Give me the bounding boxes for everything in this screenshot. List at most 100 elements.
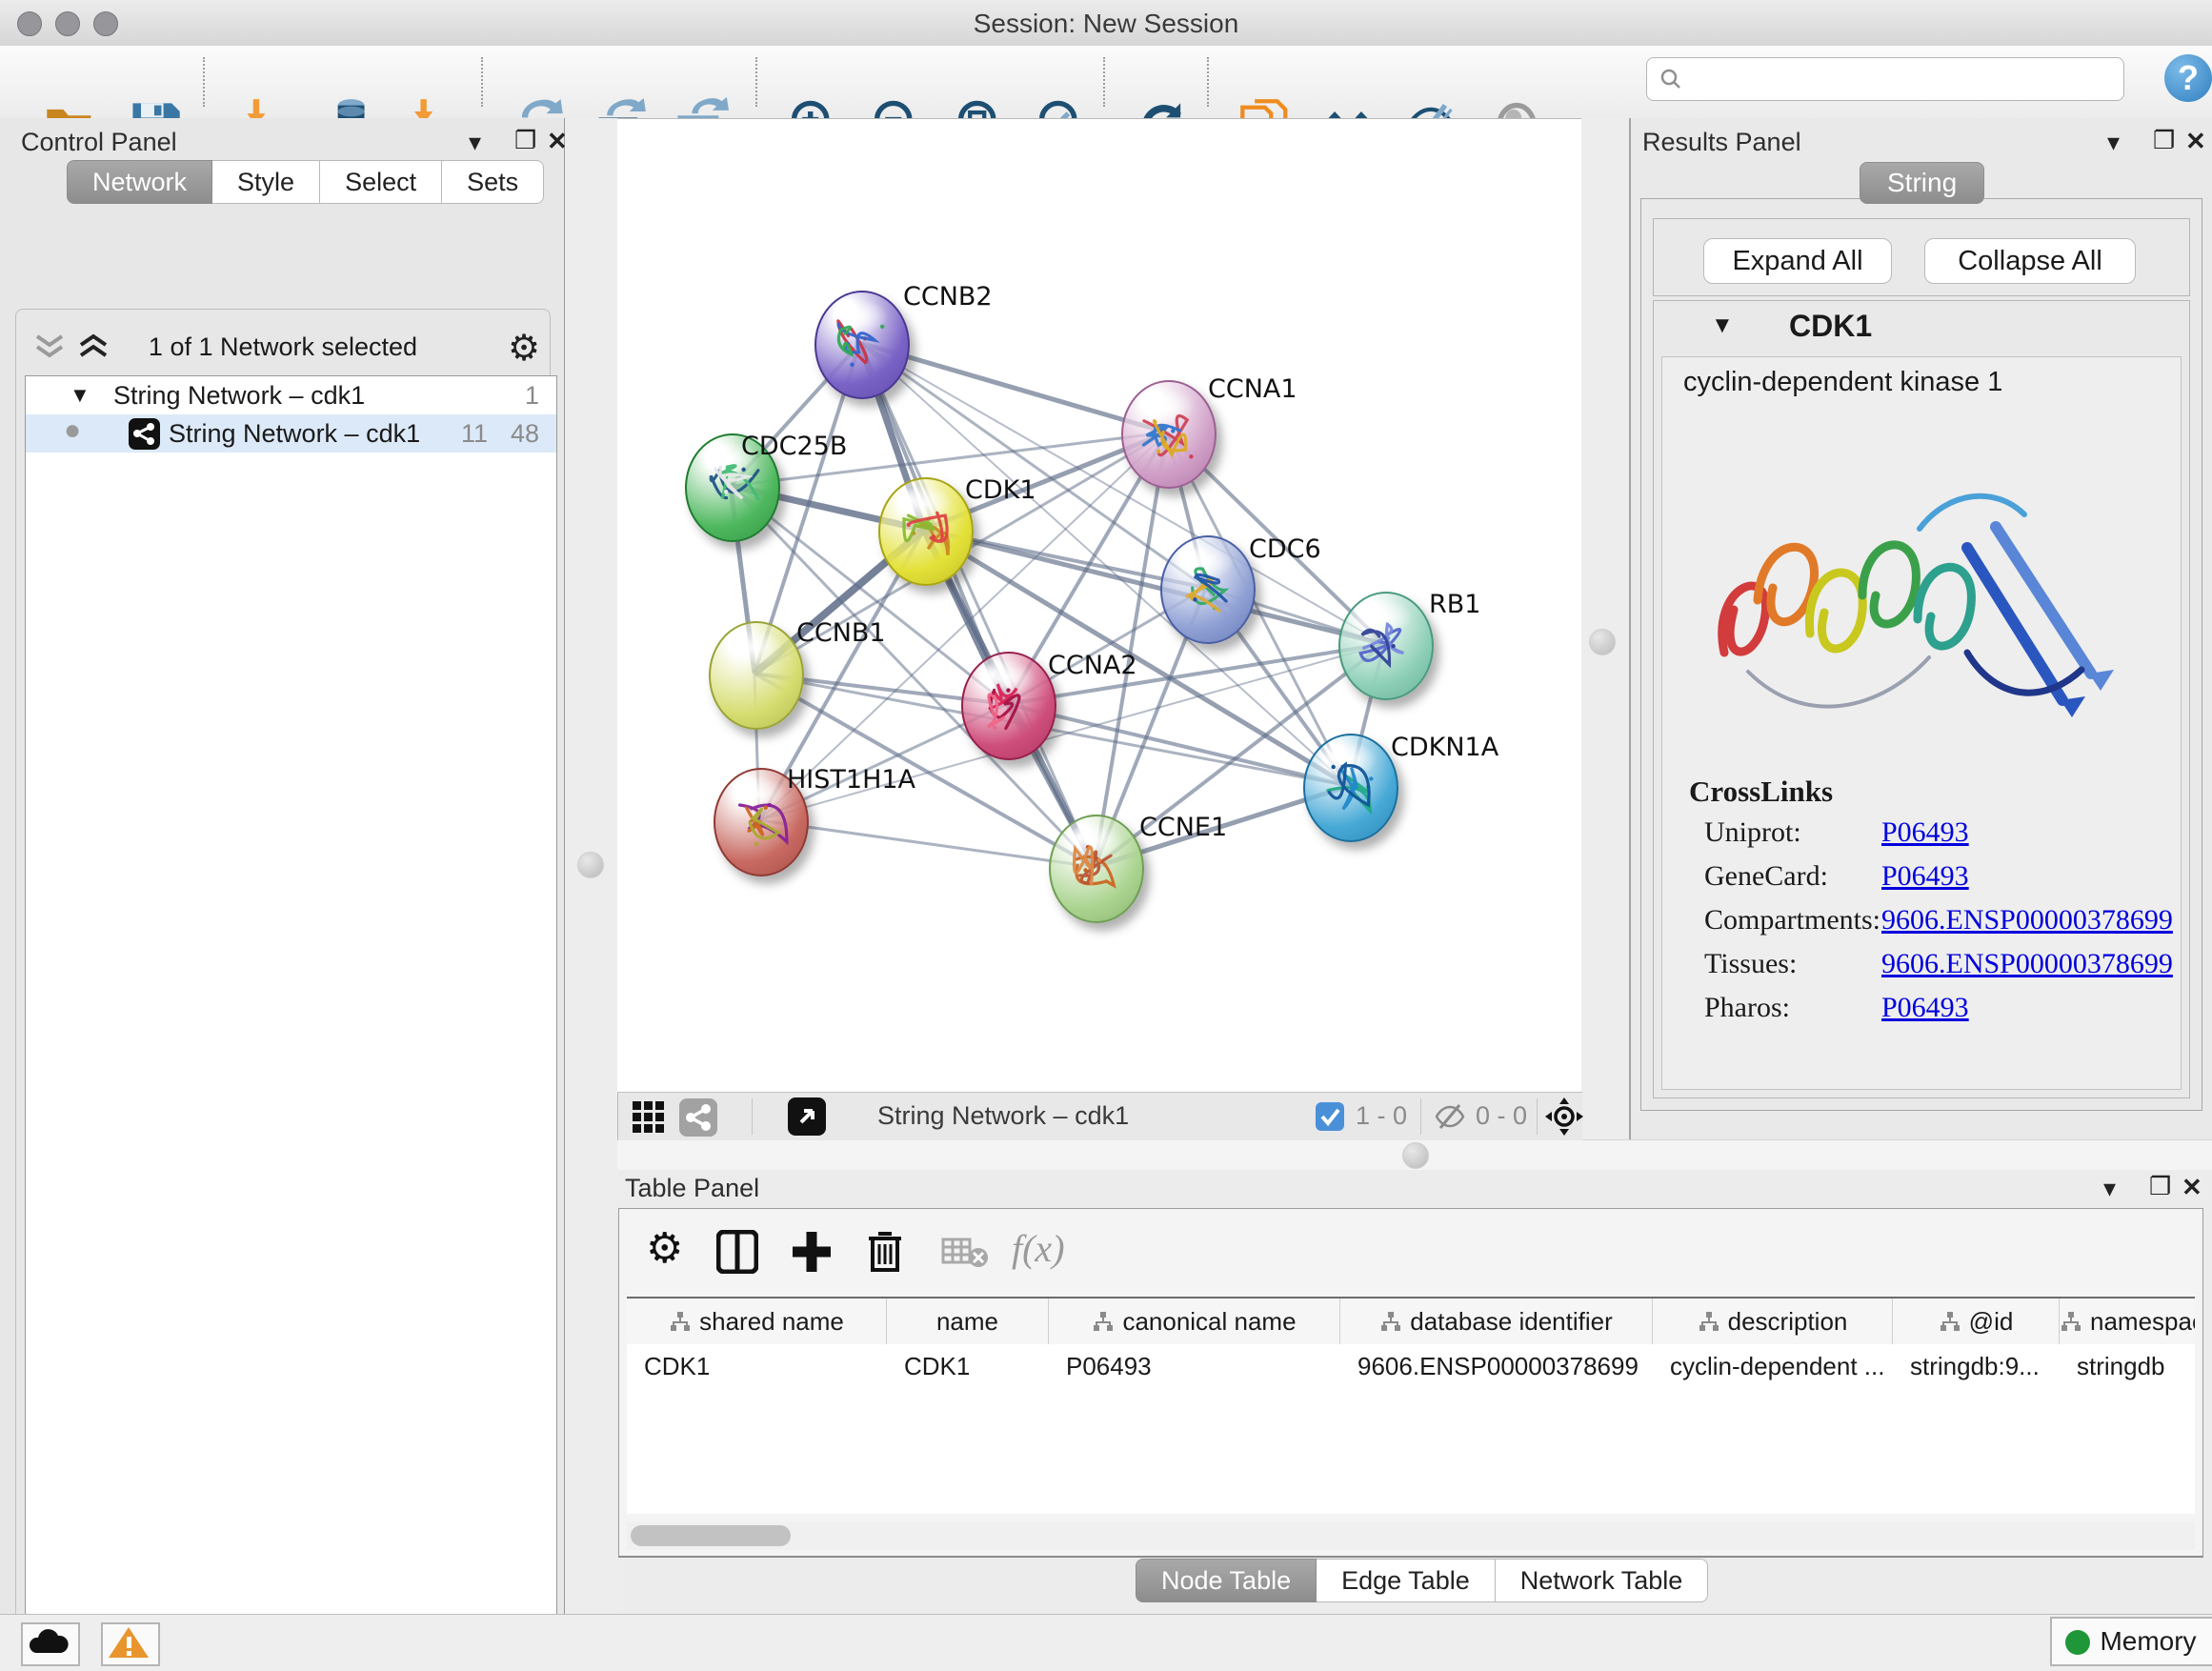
crosslink-row: Tissues:9606.ENSP00000378699 — [1662, 948, 2181, 992]
node-CCNB1[interactable] — [709, 621, 804, 730]
tab-string[interactable]: String — [1860, 162, 1984, 204]
help-icon[interactable]: ? — [2164, 54, 2212, 102]
node-RB1[interactable] — [1338, 592, 1434, 700]
crosslinks-list: Uniprot:P06493GeneCard:P06493Compartment… — [1662, 816, 2181, 1036]
network-share-icon[interactable] — [679, 1098, 717, 1137]
birds-eye-view-icon[interactable] — [788, 1097, 826, 1136]
panel-close-icon[interactable]: ✕ — [2182, 1173, 2202, 1202]
panel-menu-icon[interactable]: ▾ — [469, 128, 481, 157]
protein-structure-thumbnail — [893, 498, 959, 565]
column-header-@id[interactable]: @id — [1893, 1299, 2060, 1344]
node-label-CCNA2: CCNA2 — [1048, 651, 1137, 680]
column-header-description[interactable]: description — [1653, 1299, 1893, 1344]
network-row-selected[interactable]: ● String Network – cdk1 11 48 — [26, 414, 556, 453]
node-CCNB2[interactable] — [814, 291, 910, 399]
collapse-triangle-icon[interactable]: ▼ — [70, 376, 90, 414]
node-CCNA1[interactable] — [1121, 380, 1217, 489]
memory-label: Memory — [2100, 1626, 2196, 1656]
memory-status-dot-icon — [2065, 1630, 2090, 1655]
table-horizontal-scrollbar[interactable] — [627, 1521, 2195, 1550]
expand-all-button[interactable]: Expand All — [1703, 238, 1892, 284]
network-label: String Network – cdk1 — [169, 414, 420, 453]
fit-selected-crosshair-icon[interactable] — [1544, 1097, 1584, 1137]
panel-menu-icon[interactable]: ▾ — [2103, 1174, 2116, 1203]
node-table[interactable]: shared namenamecanonical namedatabase id… — [627, 1297, 2195, 1514]
node-label-CCNB2: CCNB2 — [903, 282, 993, 312]
table-settings-gear-icon[interactable]: ⚙ — [646, 1224, 683, 1273]
tab-style[interactable]: Style — [212, 160, 320, 204]
panel-float-icon[interactable]: ❐ — [2153, 126, 2175, 155]
column-header-database-identifier[interactable]: database identifier — [1340, 1299, 1653, 1344]
node-label-CDKN1A: CDKN1A — [1391, 733, 1498, 762]
column-label: description — [1728, 1307, 1848, 1336]
panel-close-icon[interactable]: ✕ — [2185, 127, 2206, 156]
delete-column-icon[interactable] — [865, 1228, 905, 1274]
splitter-grip[interactable] — [1402, 1142, 1429, 1169]
column-header-shared-name[interactable]: shared name — [627, 1299, 887, 1344]
tab-network[interactable]: Network — [67, 160, 212, 204]
cell-name[interactable]: CDK1 — [887, 1344, 1048, 1388]
table-panel: Table Panel ▾ ❐ ✕ ⚙ f(x) shared namename… — [617, 1170, 2212, 1620]
right-splitter[interactable] — [1581, 118, 1631, 1139]
protein-structure-thumbnail — [1317, 755, 1384, 821]
result-card-header[interactable]: ▼ CDK1 — [1654, 301, 2189, 354]
node-CCNE1[interactable] — [1049, 815, 1144, 923]
tab-network-table[interactable]: Network Table — [1496, 1559, 1709, 1602]
node-attribute-icon — [2060, 1311, 2082, 1334]
cell-database-identifier[interactable]: 9606.ENSP00000378699 — [1340, 1344, 1652, 1388]
column-label: namespace — [2090, 1307, 2195, 1336]
column-label: @id — [1969, 1307, 2014, 1336]
node-CCNA2[interactable] — [961, 652, 1056, 760]
protein-structure-thumbnail — [1175, 556, 1241, 623]
grid-view-icon[interactable] — [632, 1100, 666, 1135]
collapse-triangle-icon[interactable]: ▼ — [1711, 312, 1734, 339]
add-column-icon[interactable] — [791, 1230, 833, 1274]
title-bar: Session: New Session — [0, 0, 2212, 47]
table-row[interactable]: CDK1CDK1P064939606.ENSP00000378699cyclin… — [627, 1344, 2195, 1388]
panel-menu-icon[interactable]: ▾ — [2107, 128, 2120, 157]
node-CDKN1A[interactable] — [1303, 734, 1398, 842]
cell-namespace[interactable]: stringdb — [2060, 1344, 2195, 1388]
crosslink-row: Uniprot:P06493 — [1662, 816, 2181, 860]
node-CDK1[interactable] — [878, 477, 974, 586]
cell-@id[interactable]: stringdb:9... — [1893, 1344, 2059, 1388]
memory-button[interactable]: Memory — [2050, 1617, 2212, 1666]
column-header-namespace[interactable]: namespace — [2060, 1299, 2195, 1344]
tab-node-table[interactable]: Node Table — [1136, 1559, 1317, 1602]
panel-float-icon[interactable]: ❐ — [514, 126, 536, 155]
toolbar-separator — [1207, 57, 1209, 107]
cell-shared-name[interactable]: CDK1 — [627, 1344, 886, 1388]
search-input[interactable] — [1646, 57, 2124, 101]
network-view-toolbar: String Network – cdk1 1 - 0 0 - 0 — [617, 1092, 1582, 1140]
crosslink-value-link[interactable]: 9606.ENSP00000378699 — [1881, 904, 2173, 936]
cloud-status-button[interactable] — [21, 1622, 80, 1666]
column-header-name[interactable]: name — [887, 1299, 1049, 1344]
cell-description[interactable]: cyclin-dependent ... — [1653, 1344, 1892, 1388]
tab-sets[interactable]: Sets — [442, 160, 544, 204]
crosslink-value-link[interactable]: 9606.ENSP00000378699 — [1881, 948, 2173, 980]
options-gear-icon[interactable]: ⚙ — [508, 327, 540, 370]
crosslink-value-link[interactable]: P06493 — [1881, 992, 1969, 1024]
selected-checkbox-icon[interactable] — [1316, 1102, 1344, 1131]
crosslink-value-link[interactable]: P06493 — [1881, 860, 1969, 893]
splitter-grip[interactable] — [577, 852, 604, 878]
horizontal-splitter[interactable] — [617, 1139, 2212, 1171]
left-splitter[interactable] — [565, 118, 617, 1620]
collapse-all-button[interactable]: Collapse All — [1924, 238, 2136, 284]
node-CDC6[interactable] — [1160, 535, 1256, 644]
tab-select[interactable]: Select — [320, 160, 442, 204]
edge-HIST1H1A-CCNE1[interactable] — [759, 820, 1095, 867]
tab-edge-table[interactable]: Edge Table — [1317, 1559, 1496, 1602]
column-header-canonical-name[interactable]: canonical name — [1049, 1299, 1340, 1344]
warnings-button[interactable] — [101, 1622, 160, 1666]
crosslink-value-link[interactable]: P06493 — [1881, 816, 1969, 849]
panel-float-icon[interactable]: ❐ — [2149, 1172, 2171, 1201]
gene-description: cyclin-dependent kinase 1 — [1683, 367, 2002, 398]
network-canvas[interactable]: CCNB2CCNA1CDC25BCDK1CDC6RB1CCNB1CCNA2CDK… — [617, 118, 1581, 1093]
show-columns-icon[interactable] — [716, 1230, 758, 1274]
search-icon — [1659, 67, 1683, 91]
scrollbar-thumb[interactable] — [631, 1525, 791, 1546]
cell-canonical-name[interactable]: P06493 — [1049, 1344, 1339, 1388]
splitter-grip[interactable] — [1589, 629, 1616, 655]
network-collection-row[interactable]: ▼ String Network – cdk1 1 — [26, 376, 556, 414]
